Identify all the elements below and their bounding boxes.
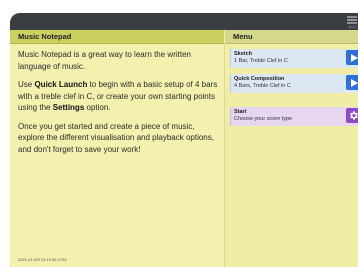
text-segment: option. [84,103,111,112]
intro-paragraph-1: Music Notepad is a great way to learn th… [18,50,191,71]
menu-item-start[interactable]: Start Choose your score type [230,107,358,126]
menu-item-quick-composition[interactable]: Quick Composition 4 Bars, Treble Clef in… [230,74,358,93]
settings-label: Settings [52,103,85,112]
menu-item-sketch[interactable]: Sketch 1 Bar, Treble Clef in C [230,49,358,68]
settings-button[interactable] [346,108,358,123]
sketch-launch-button[interactable] [346,50,358,65]
play-icon [350,53,358,62]
intro-paragraph-3: Once you get started and create a piece … [18,121,214,154]
menu-item-subtitle: Choose your score type [234,116,293,122]
menu-item-title: Start [234,109,247,115]
text-segment: Use [18,80,35,89]
quick-composition-launch-button[interactable] [346,75,358,90]
play-icon [350,78,358,87]
panel-title: Music Notepad [10,30,224,44]
quick-launch-label: Quick Launch [34,80,88,89]
app-window: Menu Music Notepad Menu Music Notepad is… [10,13,358,267]
gear-icon [348,110,358,121]
menu-item-title: Sketch [234,51,253,57]
build-timestamp: 2021-01-05T14:19:35.279Z [18,257,67,262]
intro-panel: Music Notepad is a great way to learn th… [10,44,224,267]
menu-title: Menu [225,30,358,44]
menu-panel: Sketch 1 Bar, Treble Clef in C Quick Com… [225,44,358,267]
menu-item-title: Quick Composition [234,76,285,82]
menu-item-subtitle: 1 Bar, Treble Clef in C [234,58,288,64]
top-bar: Menu [10,13,358,30]
intro-text: Music Notepad is a great way to learn th… [18,49,220,162]
intro-paragraph-2: Use Quick Launch to begin with a basic s… [18,79,220,114]
menu-item-subtitle: 4 Bars, Treble Clef in C [234,83,291,89]
menu-caption: Menu [348,25,357,29]
